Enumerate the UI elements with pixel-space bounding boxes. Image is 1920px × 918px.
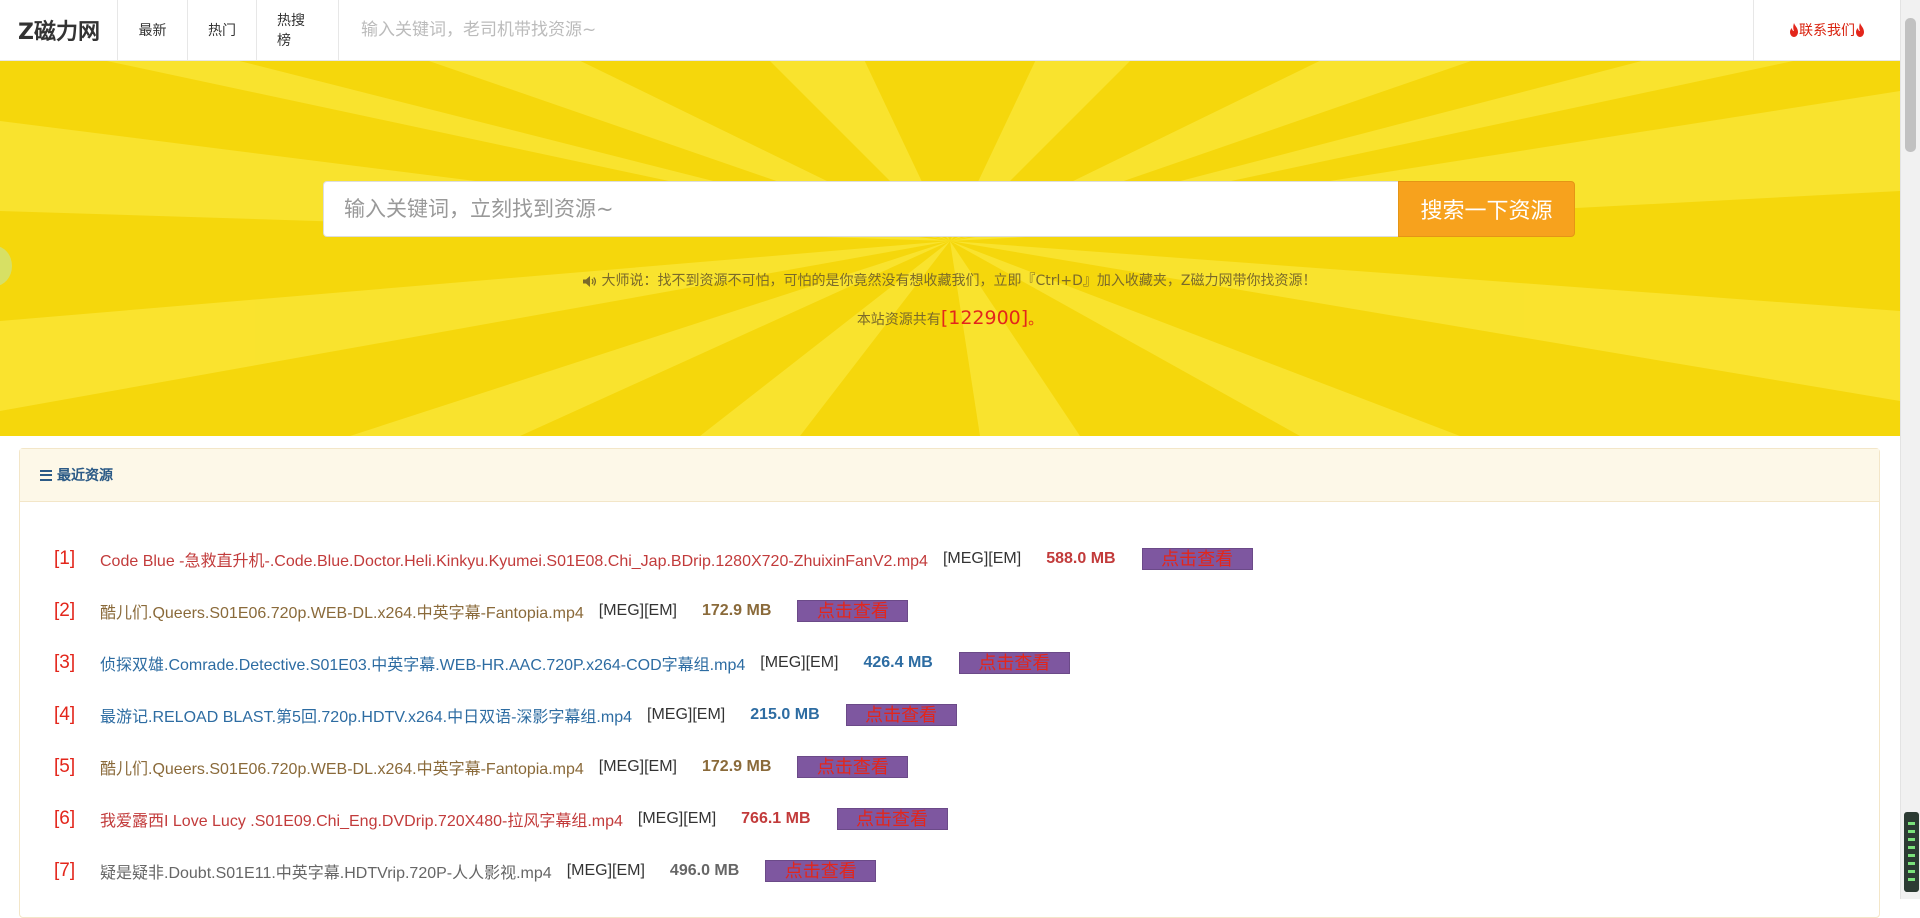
- item-size: 426.4 MB: [863, 654, 933, 671]
- contact-us-link[interactable]: 联系我们: [1753, 0, 1900, 60]
- top-navbar: Z磁力网 最新 热门 热搜榜: [0, 0, 1900, 61]
- resource-count: 本站资源共有[122900]。: [0, 307, 1900, 329]
- recent-resources-panel: 最近资源 [1] Code Blue -急救直升机-.Code.Blue.Doc…: [19, 448, 1880, 918]
- list-item: [3] 侦探双雄.Comrade.Detective.S01E03.中英字幕.W…: [54, 637, 1253, 689]
- speaker-icon: [583, 275, 597, 287]
- list-item: [4] 最游记.RELOAD BLAST.第5回.720p.HDTV.x264.…: [54, 689, 1253, 741]
- resource-list: [1] Code Blue -急救直升机-.Code.Blue.Doctor.H…: [54, 533, 1253, 897]
- list-item: [2] 酷儿们.Queers.S01E06.720p.WEB-DL.x264.中…: [54, 585, 1253, 637]
- item-title-link[interactable]: 疑是疑非.Doubt.S01E11.中英字幕.HDTVrip.720P-人人影视…: [100, 859, 552, 883]
- count-prefix: 本站资源共有: [856, 312, 941, 328]
- item-size: 172.9 MB: [702, 602, 772, 619]
- view-button[interactable]: 点击查看: [958, 652, 1070, 674]
- notice-message: 大师说：找不到资源不可怕，可怕的是你竟然没有想收藏我们，立即『Ctrl+D』加入…: [601, 273, 1317, 289]
- view-button[interactable]: 点击查看: [845, 704, 957, 726]
- item-index: [4]: [54, 704, 76, 725]
- item-index: [7]: [54, 860, 76, 881]
- item-tag: [MEG][EM]: [598, 602, 677, 619]
- view-button[interactable]: 点击查看: [1141, 548, 1253, 570]
- contact-us-label: 联系我们: [1799, 23, 1855, 39]
- item-index: [2]: [54, 600, 76, 621]
- list-icon: [40, 469, 52, 481]
- view-button[interactable]: 点击查看: [797, 756, 909, 778]
- item-size: 496.0 MB: [669, 862, 740, 879]
- item-index: [5]: [54, 756, 76, 777]
- item-index: [3]: [54, 652, 76, 673]
- fire-icon: [1856, 23, 1864, 37]
- list-item: [6] 我爱露西I Love Lucy .S01E09.Chi_Eng.DVDr…: [54, 793, 1253, 845]
- item-size: 766.1 MB: [741, 810, 811, 827]
- item-index: [6]: [54, 808, 76, 829]
- item-index: [1]: [54, 548, 76, 569]
- nav-search-input[interactable]: [359, 0, 1183, 60]
- count-suffix: 。: [1028, 310, 1044, 328]
- nav-item-hot-search[interactable]: 热搜榜: [257, 0, 339, 60]
- search-button[interactable]: 搜索一下资源: [1398, 181, 1575, 237]
- item-tag: [MEG][EM]: [942, 550, 1022, 567]
- nav-item-hot[interactable]: 热门: [188, 0, 257, 60]
- hero-search-bar: 搜索一下资源: [323, 181, 1575, 237]
- view-button[interactable]: 点击查看: [797, 600, 909, 622]
- item-tag: [MEG][EM]: [566, 862, 645, 879]
- item-title-link[interactable]: 最游记.RELOAD BLAST.第5回.720p.HDTV.x264.中日双语…: [100, 703, 632, 727]
- scrollbar-thumb[interactable]: [1905, 18, 1916, 152]
- count-value: [122900]: [940, 307, 1029, 329]
- view-button[interactable]: 点击查看: [836, 808, 948, 830]
- item-tag: [MEG][EM]: [637, 810, 717, 827]
- sunburst-background: [0, 61, 1900, 436]
- item-tag: [MEG][EM]: [598, 758, 677, 775]
- item-title-link[interactable]: 酷儿们.Queers.S01E06.720p.WEB-DL.x264.中英字幕-…: [100, 599, 584, 623]
- list-item: [7] 疑是疑非.Doubt.S01E11.中英字幕.HDTVrip.720P-…: [54, 845, 1253, 897]
- panel-title: 最近资源: [57, 468, 113, 484]
- hero-search-input[interactable]: [323, 181, 1398, 237]
- item-size: 172.9 MB: [702, 758, 772, 775]
- item-title-link[interactable]: Code Blue -急救直升机-.Code.Blue.Doctor.Heli.…: [100, 547, 928, 571]
- item-size: 215.0 MB: [750, 706, 820, 723]
- item-title-link[interactable]: 我爱露西I Love Lucy .S01E09.Chi_Eng.DVDrip.7…: [100, 807, 623, 831]
- item-size: 588.0 MB: [1046, 550, 1116, 567]
- fire-icon: [1790, 23, 1798, 37]
- nav-item-latest[interactable]: 最新: [118, 0, 188, 60]
- page-scrollbar[interactable]: [1900, 0, 1920, 899]
- panel-header: 最近资源: [20, 449, 1879, 502]
- hero-banner: 搜索一下资源 大师说：找不到资源不可怕，可怕的是你竟然没有想收藏我们，立即『Ct…: [0, 61, 1900, 436]
- item-tag: [MEG][EM]: [760, 654, 839, 671]
- view-button[interactable]: 点击查看: [765, 860, 877, 882]
- volume-meter-widget: [1904, 812, 1919, 892]
- list-item: [1] Code Blue -急救直升机-.Code.Blue.Doctor.H…: [54, 533, 1253, 585]
- item-title-link[interactable]: 酷儿们.Queers.S01E06.720p.WEB-DL.x264.中英字幕-…: [100, 755, 584, 779]
- notice-text: 大师说：找不到资源不可怕，可怕的是你竟然没有想收藏我们，立即『Ctrl+D』加入…: [0, 270, 1900, 290]
- site-logo[interactable]: Z磁力网: [0, 0, 118, 60]
- list-item: [5] 酷儿们.Queers.S01E06.720p.WEB-DL.x264.中…: [54, 741, 1253, 793]
- item-tag: [MEG][EM]: [647, 706, 726, 723]
- item-title-link[interactable]: 侦探双雄.Comrade.Detective.S01E03.中英字幕.WEB-H…: [100, 651, 745, 675]
